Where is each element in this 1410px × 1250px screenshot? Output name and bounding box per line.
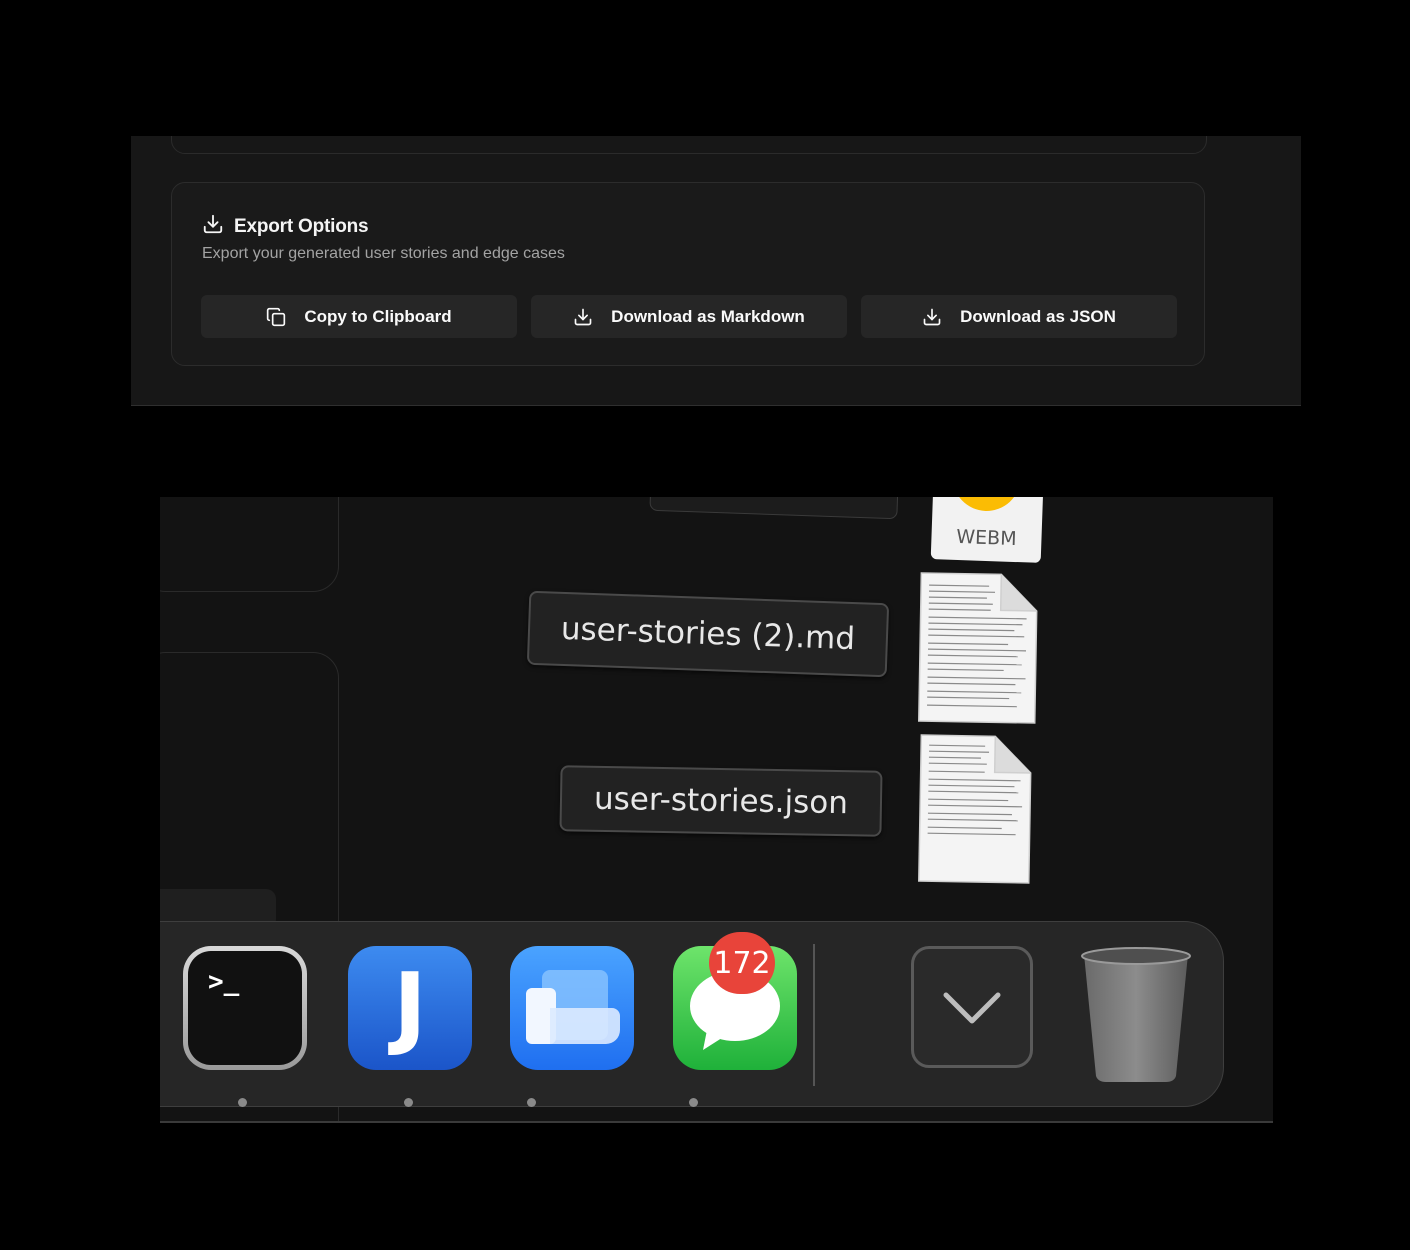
terminal-screen: >_ [188, 951, 302, 1065]
download-markdown-button[interactable]: Download as Markdown [531, 295, 847, 338]
dock: >_ J 172 [160, 921, 1224, 1107]
messages-badge: 172 [709, 932, 775, 994]
download-icon [202, 213, 224, 240]
background-window [160, 497, 339, 592]
terminal-app-icon[interactable]: >_ [183, 946, 307, 1070]
export-buttons: Copy to Clipboard Download as Markdown D… [201, 295, 1177, 338]
desktop-area: WEBM user-stories (2).md user-stories.js… [160, 497, 1273, 1123]
markdown-file-icon[interactable] [917, 571, 1040, 730]
preview-photos-icon [526, 970, 620, 1044]
chrome-icon [951, 497, 1022, 513]
markdown-button-label: Download as Markdown [611, 306, 805, 326]
card-title: Export Options [234, 215, 369, 237]
copy-button-label: Copy to Clipboard [304, 306, 452, 326]
json-button-label: Download as JSON [960, 306, 1116, 326]
running-indicator [404, 1098, 413, 1107]
export-options-card: Export Options Export your generated use… [171, 182, 1205, 366]
preview-app-icon[interactable] [510, 946, 634, 1070]
webm-file-type: WEBM [955, 525, 1017, 551]
joplin-app-icon[interactable]: J [348, 946, 472, 1070]
card-description: Export your generated user stories and e… [202, 245, 565, 262]
chevron-down-icon [943, 992, 1001, 1024]
download-json-button[interactable]: Download as JSON [861, 295, 1177, 338]
running-indicator [689, 1098, 698, 1107]
running-indicator [238, 1098, 247, 1107]
terminal-prompt-icon: >_ [208, 967, 240, 997]
card-header: Export Options [202, 213, 369, 240]
running-indicator [527, 1098, 536, 1107]
export-panel: Export Options Export your generated use… [131, 136, 1301, 406]
webm-file-icon[interactable]: WEBM [930, 497, 1044, 563]
joplin-logo-icon: J [393, 954, 427, 1059]
json-file-icon[interactable] [917, 733, 1034, 890]
copy-to-clipboard-button[interactable]: Copy to Clipboard [201, 295, 517, 338]
dock-separator [813, 944, 815, 1086]
copy-icon [266, 307, 286, 327]
file-name-label[interactable]: user-stories (2).md [526, 590, 890, 678]
file-label-partial [649, 497, 899, 520]
download-icon [922, 307, 942, 327]
file-name-label[interactable]: user-stories.json [559, 765, 883, 837]
previous-card [171, 136, 1207, 154]
downloads-stack-icon[interactable] [911, 946, 1033, 1068]
download-icon [573, 307, 593, 327]
trash-icon[interactable] [1078, 946, 1194, 1082]
